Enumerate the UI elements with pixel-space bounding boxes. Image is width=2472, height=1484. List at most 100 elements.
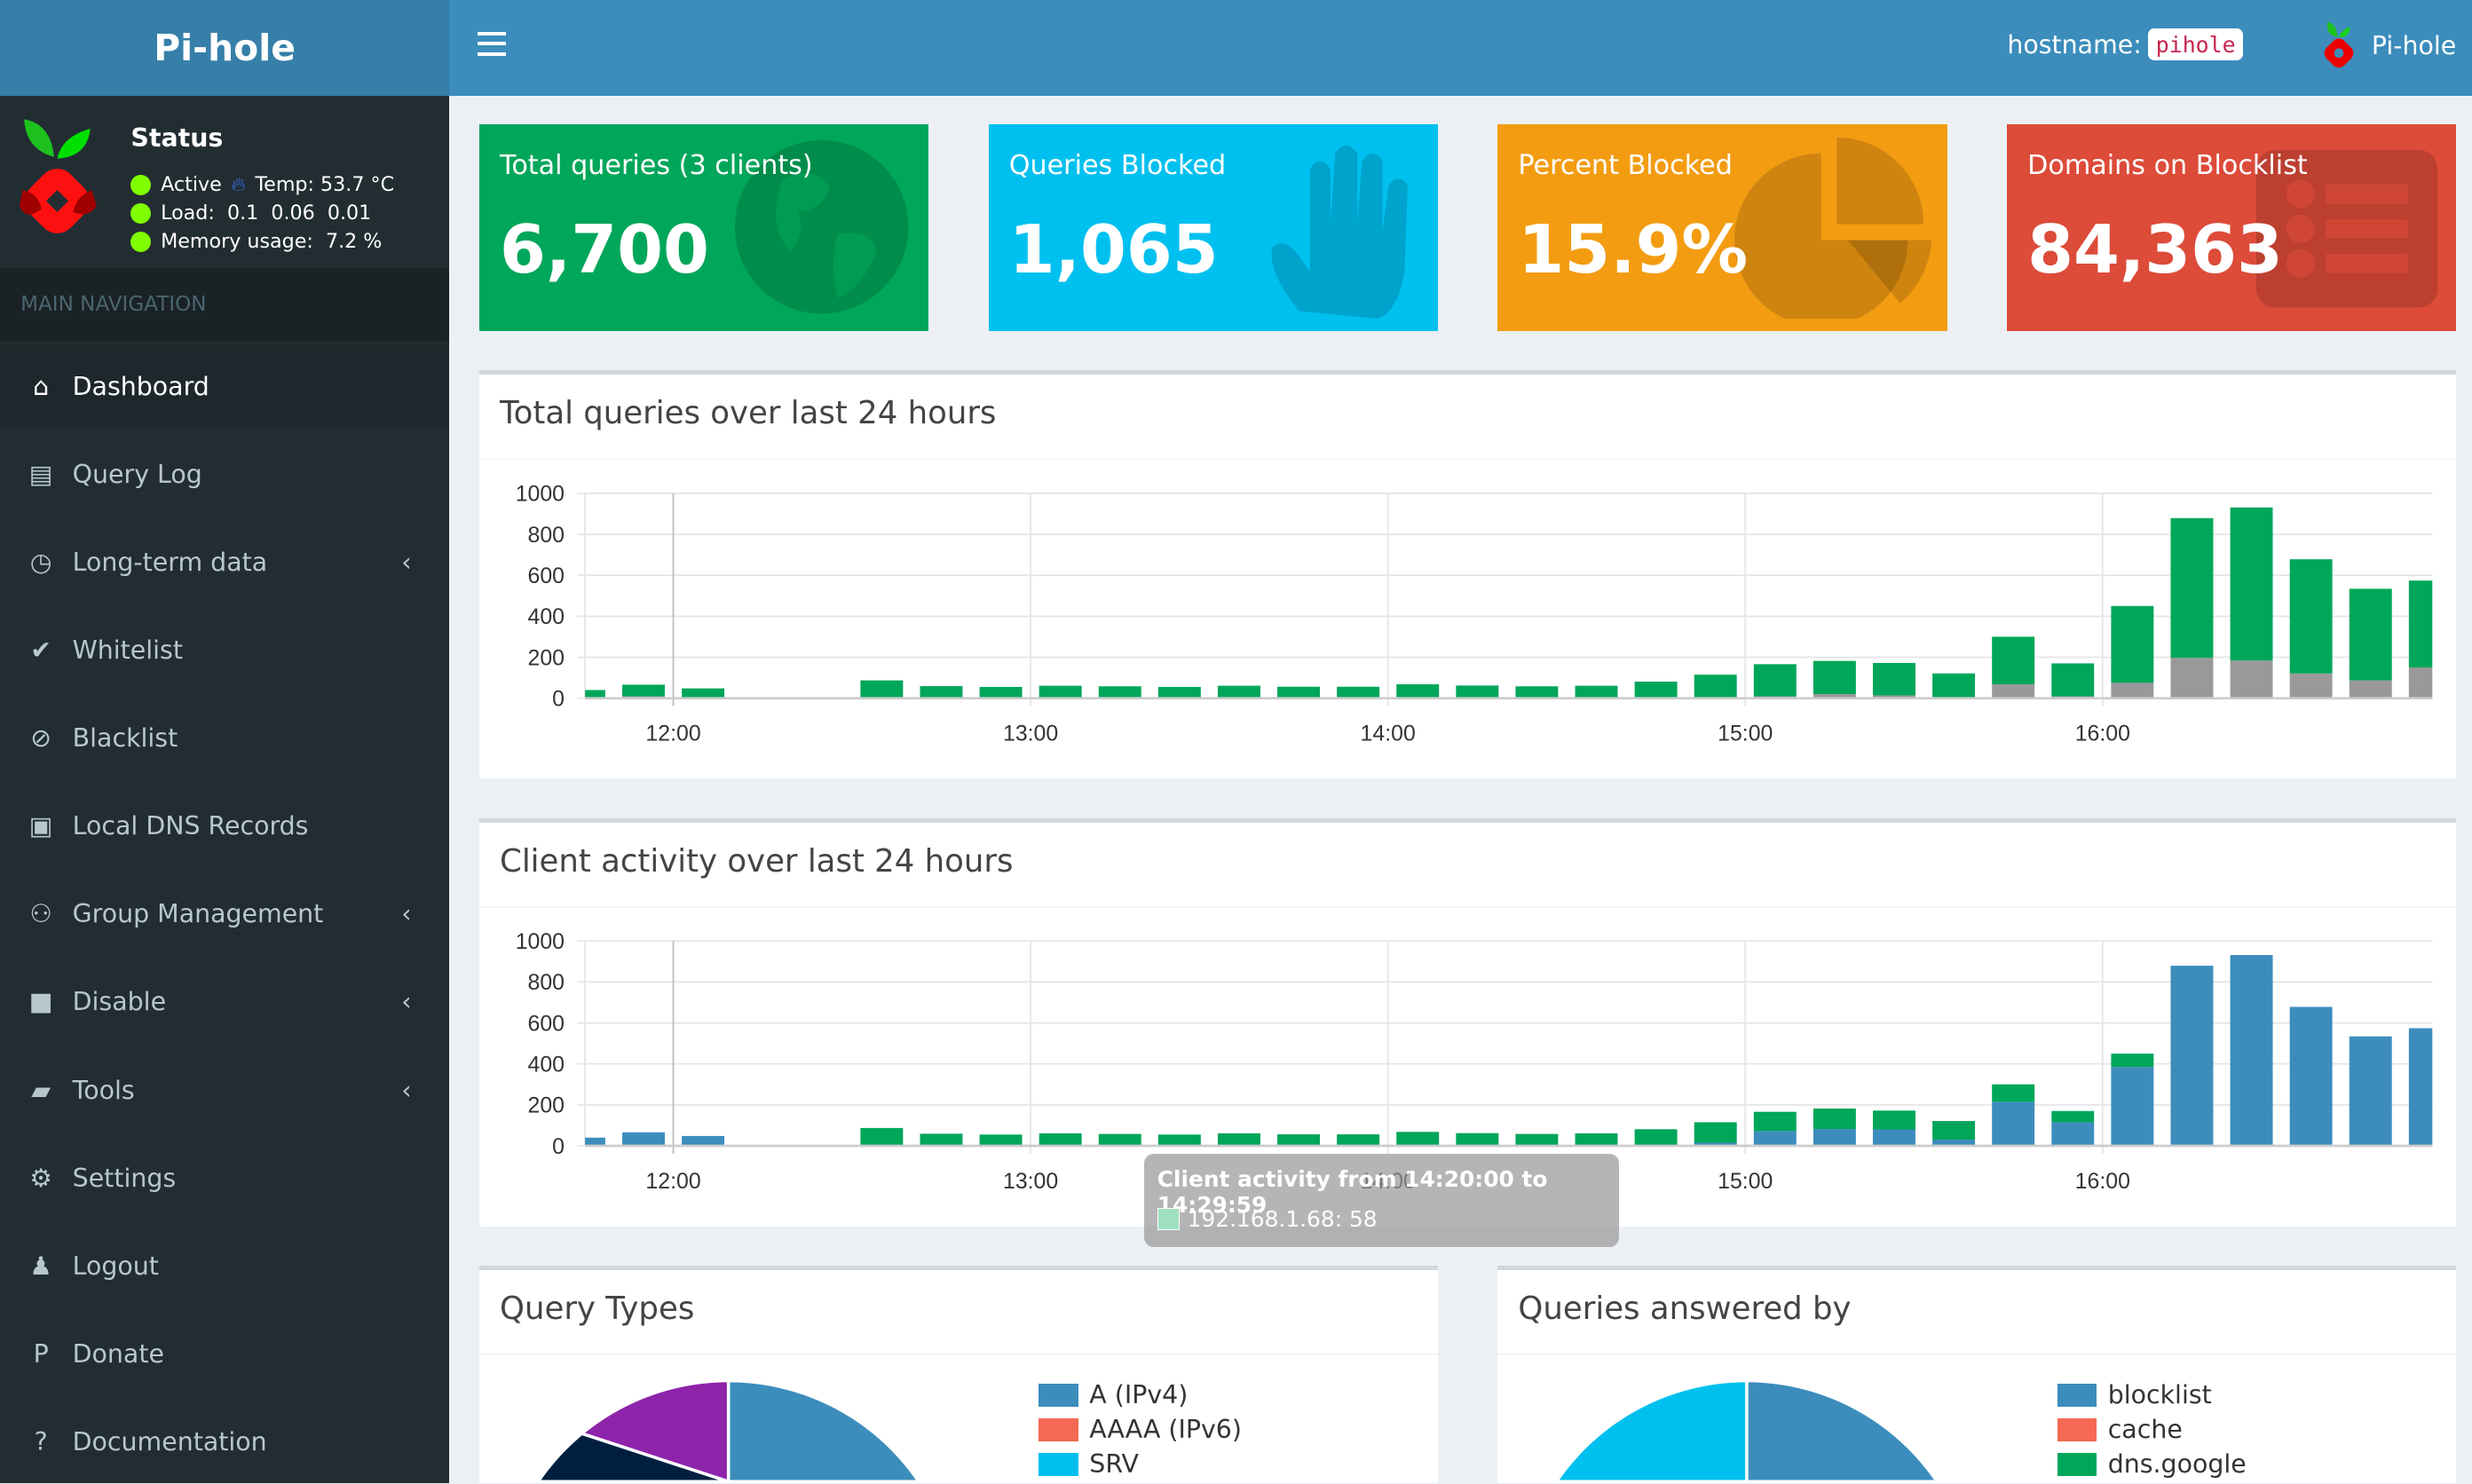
bar-segment[interactable] bbox=[1873, 663, 1915, 695]
pie-slice[interactable] bbox=[1747, 1381, 1941, 1482]
bar-segment[interactable] bbox=[1992, 1101, 2034, 1146]
bar-segment[interactable] bbox=[1456, 1133, 1498, 1146]
x-tick-label: 12:00 bbox=[645, 1169, 700, 1194]
bar-segment[interactable] bbox=[2290, 559, 2333, 674]
legend-item[interactable]: blocklist bbox=[2057, 1381, 2212, 1409]
legend-label: A (IPv4) bbox=[1089, 1381, 1188, 1409]
bar-segment[interactable] bbox=[2111, 606, 2153, 683]
x-tick-label: 13:00 bbox=[1003, 722, 1058, 746]
bar-segment[interactable] bbox=[1337, 1134, 1379, 1146]
bar-segment[interactable] bbox=[2290, 674, 2333, 699]
bar-segment[interactable] bbox=[1992, 1085, 2034, 1102]
bar-segment[interactable] bbox=[980, 687, 1023, 699]
bar-segment[interactable] bbox=[2111, 1054, 2153, 1067]
bar-segment[interactable] bbox=[1813, 1129, 1856, 1146]
bar-segment[interactable] bbox=[2111, 683, 2153, 698]
bar-segment[interactable] bbox=[1396, 1132, 1439, 1146]
bar-segment[interactable] bbox=[1337, 687, 1379, 699]
legend-item[interactable]: AAAA (IPv6) bbox=[1039, 1416, 1242, 1444]
bar-segment[interactable] bbox=[1158, 687, 1201, 699]
bar-segment[interactable] bbox=[1873, 1130, 1915, 1146]
bar-segment[interactable] bbox=[1218, 686, 1260, 699]
bar-segment[interactable] bbox=[1158, 1134, 1201, 1146]
bar-segment[interactable] bbox=[1396, 684, 1439, 698]
bar-segment[interactable] bbox=[2170, 518, 2213, 658]
y-tick-label: 0 bbox=[552, 1134, 565, 1159]
legend-label: dns.google bbox=[2108, 1450, 2247, 1479]
bar-segment[interactable] bbox=[1515, 1134, 1558, 1146]
bar-segment[interactable] bbox=[2231, 660, 2273, 698]
bar-segment[interactable] bbox=[2350, 1037, 2392, 1146]
chart-tooltip: Client activity from 14:20:00 to 14:29:5… bbox=[1144, 1154, 1619, 1247]
bar-segment[interactable] bbox=[2231, 508, 2273, 660]
legend-swatch bbox=[1039, 1453, 1078, 1477]
bar-segment[interactable] bbox=[1277, 1134, 1320, 1146]
pie-slice[interactable] bbox=[1528, 1381, 1747, 1482]
bar-segment[interactable] bbox=[1099, 686, 1141, 698]
bar-segment[interactable] bbox=[860, 1128, 903, 1146]
bar-segment[interactable] bbox=[1576, 1133, 1618, 1146]
x-tick-label: 12:00 bbox=[645, 722, 700, 746]
bar-segment[interactable] bbox=[2170, 966, 2213, 1146]
y-tick-label: 600 bbox=[528, 564, 565, 588]
x-tick-label: 14:00 bbox=[1361, 722, 1416, 746]
bar-segment[interactable] bbox=[920, 1133, 963, 1146]
bar-segment[interactable] bbox=[2051, 663, 2094, 696]
bar-segment[interactable] bbox=[1813, 1109, 1856, 1129]
bar-segment[interactable] bbox=[2350, 588, 2392, 680]
bar-segment[interactable] bbox=[1218, 1133, 1260, 1146]
bar-segment[interactable] bbox=[2290, 1006, 2333, 1146]
bar-segment[interactable] bbox=[2409, 580, 2452, 667]
bar-chart-1: 0200400600800100012:0013:0014:0015:0016:… bbox=[516, 482, 2452, 746]
bar-segment[interactable] bbox=[1873, 1110, 1915, 1129]
bar-segment[interactable] bbox=[1099, 1134, 1141, 1146]
bar-segment[interactable] bbox=[1694, 1122, 1737, 1142]
bar-segment[interactable] bbox=[860, 681, 903, 699]
bar-segment[interactable] bbox=[2409, 667, 2452, 699]
bar-segment[interactable] bbox=[2170, 658, 2213, 698]
bar-segment[interactable] bbox=[1754, 1112, 1797, 1132]
bar-segment[interactable] bbox=[1813, 661, 1856, 694]
legend-label: SRV bbox=[1089, 1450, 1139, 1479]
bar-segment[interactable] bbox=[1754, 664, 1797, 696]
tooltip-item: 192.168.1.68: 58 bbox=[1188, 1206, 1378, 1232]
bar-segment[interactable] bbox=[1515, 686, 1558, 698]
bar-segment[interactable] bbox=[1932, 674, 1975, 699]
bar-segment[interactable] bbox=[980, 1134, 1023, 1146]
bar-segment[interactable] bbox=[1754, 1131, 1797, 1146]
bar-segment[interactable] bbox=[622, 1133, 665, 1146]
bar-segment[interactable] bbox=[2051, 1122, 2094, 1146]
charts-layer: 0200400600800100012:0013:0014:0015:0016:… bbox=[0, 0, 2472, 1483]
legend-item[interactable]: cache bbox=[2057, 1416, 2183, 1444]
bar-segment[interactable] bbox=[1039, 686, 1082, 699]
legend-label: AAAA (IPv6) bbox=[1089, 1416, 1242, 1444]
bar-segment[interactable] bbox=[2409, 1028, 2452, 1146]
legend-swatch bbox=[1039, 1384, 1078, 1408]
bar-segment[interactable] bbox=[585, 1138, 605, 1146]
bar-segment[interactable] bbox=[920, 686, 963, 699]
bar-segment[interactable] bbox=[1932, 1121, 1975, 1140]
bar-segment[interactable] bbox=[682, 1136, 724, 1146]
bar-segment[interactable] bbox=[585, 690, 605, 698]
bar-segment[interactable] bbox=[1694, 675, 1737, 699]
bar-segment[interactable] bbox=[2111, 1067, 2153, 1146]
bar-segment[interactable] bbox=[2350, 681, 2392, 699]
bar-segment[interactable] bbox=[1277, 687, 1320, 699]
bar-segment[interactable] bbox=[1576, 686, 1618, 699]
bar-segment[interactable] bbox=[1635, 682, 1678, 699]
legend-item[interactable]: dns.google bbox=[2057, 1450, 2247, 1479]
bar-segment[interactable] bbox=[1992, 636, 2034, 684]
bar-segment[interactable] bbox=[682, 689, 724, 698]
bar-segment[interactable] bbox=[1039, 1133, 1082, 1146]
bar-segment[interactable] bbox=[2051, 1111, 2094, 1123]
y-tick-label: 800 bbox=[528, 523, 565, 548]
pie-chart-2 bbox=[1517, 1381, 1978, 1482]
bar-segment[interactable] bbox=[622, 684, 665, 696]
legend-item[interactable]: SRV bbox=[1039, 1450, 1138, 1479]
bar-segment[interactable] bbox=[1635, 1129, 1678, 1146]
legend-item[interactable]: A (IPv4) bbox=[1039, 1381, 1188, 1409]
legend-label: cache bbox=[2108, 1416, 2183, 1444]
bar-segment[interactable] bbox=[2231, 955, 2273, 1146]
bar-segment[interactable] bbox=[1456, 685, 1498, 698]
bar-segment[interactable] bbox=[1992, 684, 2034, 699]
